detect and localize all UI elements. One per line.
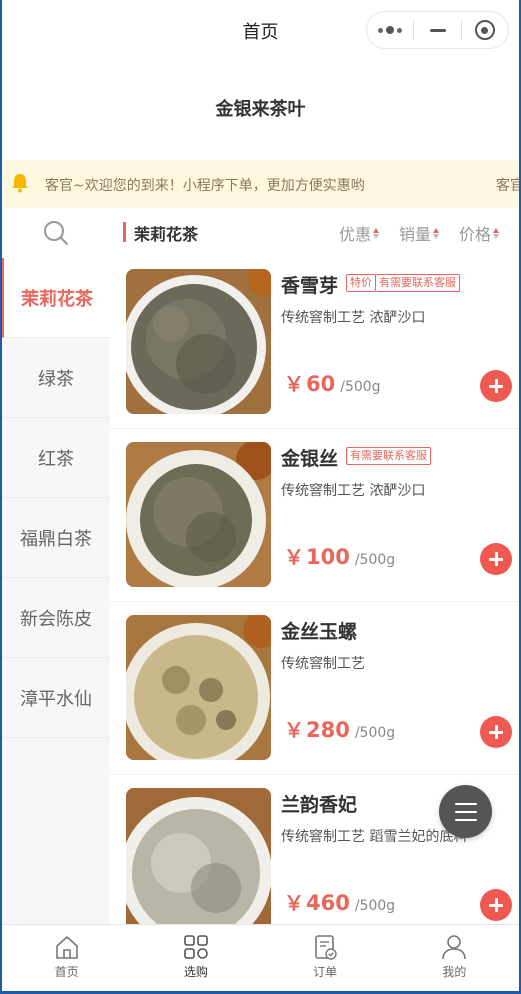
product-tags: 有需要联系客服 [346,447,431,465]
minimize-icon [429,28,446,32]
order-icon [315,935,337,960]
currency-symbol: ￥ [284,545,304,569]
tag-contact-service: 有需要联系客服 [346,447,431,465]
tab-label: 选购 [183,965,208,979]
tab-home[interactable]: 首页 [2,925,131,991]
minimize-button[interactable] [414,12,460,48]
mini-program-capsule [366,11,509,49]
sort-label: 价格 [458,225,491,244]
product-price: ￥ 100 /500g [284,541,395,570]
tab-shop[interactable]: 选购 [131,925,260,991]
sort-discount[interactable]: 优惠 [339,221,379,245]
sort-sales[interactable]: 销量 [399,221,439,245]
sort-price[interactable]: 价格 [459,221,499,245]
category-item-jasmine[interactable]: 茉莉花茶 [2,258,110,338]
product-price: ￥ 60 /500g [284,368,381,397]
product-price: ￥ 460 /500g [284,887,395,916]
section-title: 茉莉花茶 [134,225,199,244]
sort-arrows-icon [372,227,379,239]
price-unit: /500g [354,552,396,568]
tag-special-price: 特价 [346,274,376,292]
price-value: 460 [306,891,350,915]
product-description: 传统窨制工艺 浓酽沙口 [281,483,426,499]
category-item-shuixian[interactable]: 漳平水仙 [2,658,110,738]
add-to-cart-button[interactable] [480,543,512,575]
add-to-cart-button[interactable] [480,370,512,402]
product-name: 兰韵香妃 [281,794,358,816]
home-icon [55,936,78,959]
product-image[interactable] [126,788,271,924]
category-item-green-tea[interactable]: 绿茶 [2,338,110,418]
floating-menu-button[interactable] [439,785,492,838]
add-to-cart-button[interactable] [480,716,512,748]
tab-label: 订单 [313,965,338,979]
currency-symbol: ￥ [284,718,304,742]
notice-text: 客官~欢迎您的到来！小程序下单，更加方便实惠哟 [45,178,365,194]
menu-line [454,802,477,805]
price-value: 60 [306,372,336,396]
currency-symbol: ￥ [284,891,304,915]
sort-label: 优惠 [338,225,371,244]
tab-label: 首页 [54,965,79,979]
product-image[interactable] [126,615,271,760]
price-unit: /500g [354,898,396,914]
tag-contact-service: 有需要联系客服 [376,274,460,292]
product-tags: 特价 有需要联系客服 [346,274,460,292]
product-item[interactable]: 金丝玉螺 传统窨制工艺 ￥ 280 /500g [110,602,519,775]
product-image[interactable] [126,269,271,414]
search-icon [44,221,68,245]
price-value: 280 [306,718,350,742]
price-value: 100 [306,545,350,569]
bell-icon [12,174,28,193]
product-name: 金丝玉螺 [281,621,358,643]
tab-orders[interactable]: 订单 [261,925,390,991]
menu-line [454,810,477,813]
user-icon [442,935,467,960]
tab-profile[interactable]: 我的 [390,925,519,991]
notice-bar[interactable]: 客官~欢迎您的到来！小程序下单，更加方便实惠哟 客官 [2,160,519,208]
close-target-icon [474,20,495,40]
product-name: 金银丝 [281,448,339,470]
tab-label: 我的 [442,965,467,979]
section-header: 茉莉花茶 优惠 销量 价格 [110,208,519,256]
category-item-black-tea[interactable]: 红茶 [2,418,110,498]
product-image[interactable] [126,442,271,587]
sort-arrows-icon [432,227,439,239]
category-sidebar: 茉莉花茶 绿茶 红茶 福鼎白茶 新会陈皮 漳平水仙 [2,208,110,924]
category-item-white-tea[interactable]: 福鼎白茶 [2,498,110,578]
product-item[interactable]: 金银丝 有需要联系客服 传统窨制工艺 浓酽沙口 ￥ 100 /500g [110,429,519,602]
shop-name: 金银来茶叶 [215,99,306,120]
bottom-tab-bar: 首页 选购 订单 我的 [2,924,519,991]
sort-arrows-icon [493,227,499,239]
category-item-chenpi[interactable]: 新会陈皮 [2,578,110,658]
close-button[interactable] [462,12,508,48]
product-name: 香雪芽 [281,275,339,297]
notice-text-repeat: 客官 [496,178,519,194]
product-item[interactable]: 香雪芽 特价 有需要联系客服 传统窨制工艺 浓酽沙口 ￥ 60 /500g [110,256,519,429]
product-description: 传统窨制工艺 浓酽沙口 [281,310,426,326]
product-description: 传统窨制工艺 蹈雪兰妃的底料 [281,829,468,845]
more-dots-icon [378,26,403,34]
menu-line [454,818,477,821]
sort-label: 销量 [398,225,431,244]
price-unit: /500g [354,725,396,741]
grid-icon [184,935,208,959]
section-accent-bar [123,222,126,242]
search-button[interactable] [2,208,110,258]
price-unit: /500g [340,379,381,395]
product-price: ￥ 280 /500g [284,714,395,743]
navigation-bar: 首页 [2,0,519,60]
currency-symbol: ￥ [284,372,304,396]
product-description: 传统窨制工艺 [281,656,365,672]
sort-options: 优惠 销量 价格 [339,221,499,245]
add-to-cart-button[interactable] [480,889,512,921]
app-frame: 首页 金银来茶叶 客官~欢迎您的到来！小程序下单，更加方便实惠哟 客官 [0,0,521,994]
more-menu-button[interactable] [367,12,413,48]
